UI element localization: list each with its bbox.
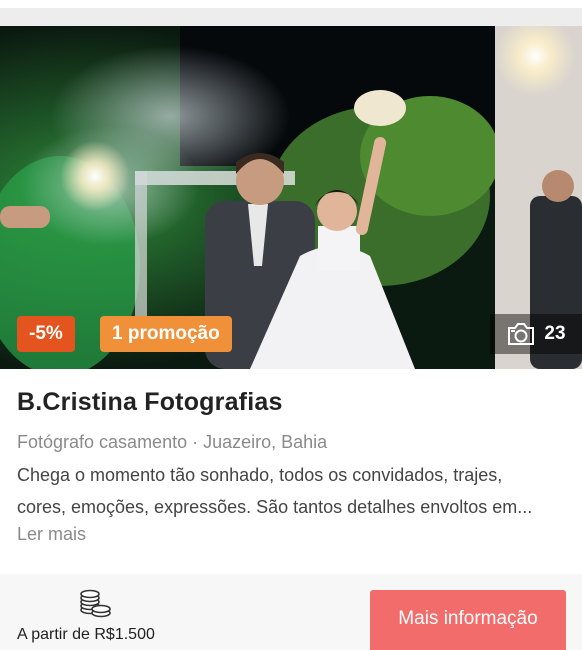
price-label: A partir de R$1.500 xyxy=(17,626,155,643)
description-line-1: Chega o momento tão sonhado, todos os co… xyxy=(17,465,503,485)
more-info-button[interactable]: Mais informação xyxy=(370,590,566,650)
card-separator xyxy=(0,8,582,26)
photo-count[interactable]: 23 xyxy=(490,314,582,354)
top-strip xyxy=(0,0,582,8)
coins-icon xyxy=(78,586,112,623)
card-footer: A partir de R$1.500 Mais informação xyxy=(0,574,582,650)
vendor-photo[interactable]: -5% 1 promoção 23 xyxy=(0,26,582,369)
promotion-badge[interactable]: 1 promoção xyxy=(100,316,232,352)
read-more-link[interactable]: Ler mais xyxy=(17,524,86,545)
description-line-2: cores, emoções, expressões. São tantos d… xyxy=(17,497,533,517)
photo-count-value: 23 xyxy=(544,323,566,344)
vendor-category-location: Fotógrafo casamento · Juazeiro, Bahia xyxy=(17,432,328,452)
vendor-card[interactable]: -5% 1 promoção 23 B.Cristina Fotografias… xyxy=(0,26,582,574)
vendor-description: Chega o momento tão sonhado, todos os co… xyxy=(17,459,567,523)
discount-badge: -5% xyxy=(17,316,75,352)
vendor-title[interactable]: B.Cristina Fotografias xyxy=(17,388,283,417)
camera-icon xyxy=(506,322,536,346)
